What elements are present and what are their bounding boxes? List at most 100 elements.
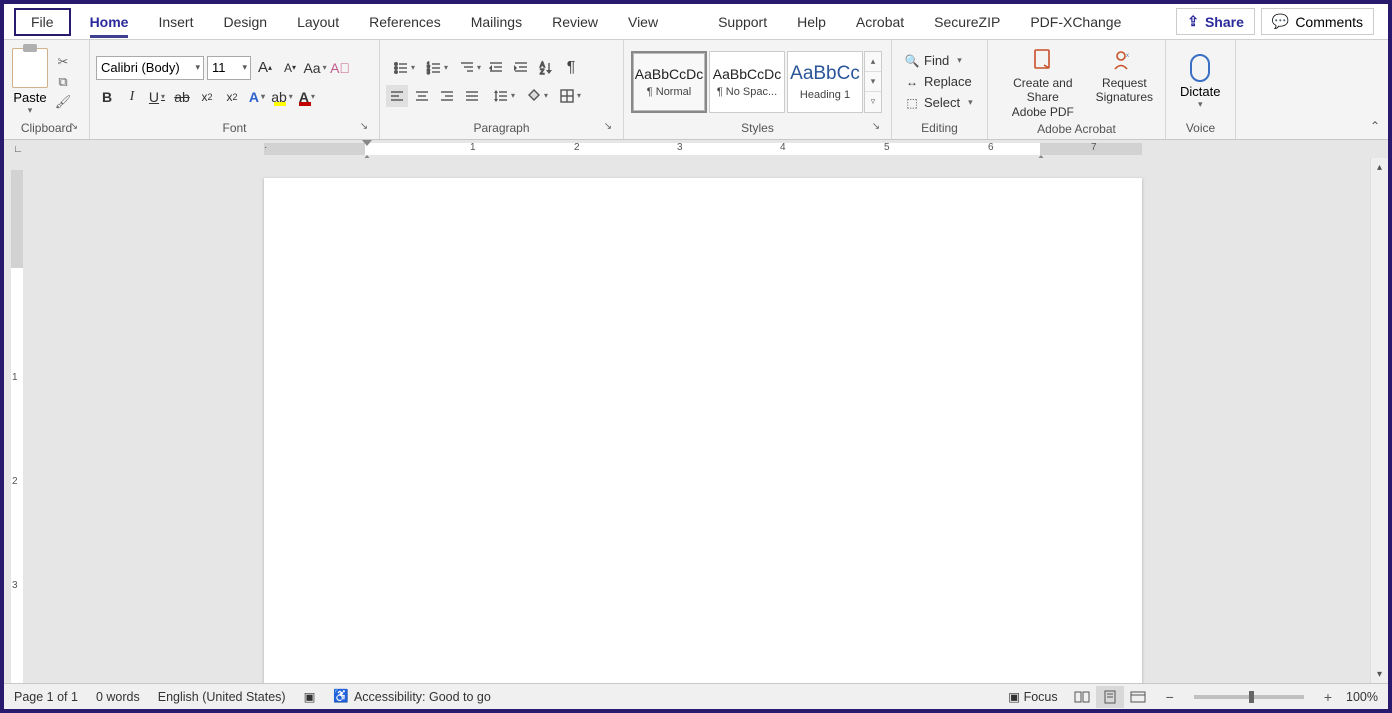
tab-design[interactable]: Design <box>208 4 282 40</box>
superscript-button[interactable]: x2 <box>221 86 243 108</box>
tab-review[interactable]: Review <box>537 4 613 40</box>
tab-support[interactable]: Support <box>703 4 782 40</box>
underline-button[interactable]: U <box>146 86 168 108</box>
print-layout-icon[interactable] <box>1096 686 1124 708</box>
cut-icon[interactable]: ✂ <box>54 53 72 71</box>
tab-home[interactable]: Home <box>75 4 144 40</box>
grow-font-button[interactable]: A▴ <box>254 57 276 79</box>
adobe-req-l1: Request <box>1102 76 1147 90</box>
ruler-num-1: 1 <box>470 142 476 153</box>
align-right-button[interactable] <box>436 85 458 107</box>
align-center-button[interactable] <box>411 85 433 107</box>
vertical-ruler[interactable]: 1 2 3 <box>4 158 32 683</box>
sort-button[interactable]: AZ <box>535 57 557 79</box>
align-left-button[interactable] <box>386 85 408 107</box>
document-page[interactable] <box>264 178 1142 683</box>
focus-mode-button[interactable]: ▣ Focus <box>1008 689 1057 704</box>
zoom-in-button[interactable]: + <box>1320 689 1336 705</box>
accessibility-status[interactable]: ♿ Accessibility: Good to go <box>333 689 490 704</box>
macro-recording-icon[interactable]: ▣ <box>304 689 316 704</box>
subscript-button[interactable]: x2 <box>196 86 218 108</box>
ruler-num-5: 5 <box>884 142 890 153</box>
tab-mailings[interactable]: Mailings <box>456 4 537 40</box>
zoom-slider[interactable] <box>1194 695 1304 699</box>
styles-scroll-up-icon[interactable]: ▴ <box>865 52 881 72</box>
document-canvas[interactable] <box>32 158 1352 683</box>
vertical-scrollbar[interactable]: ▴ ▾ <box>1370 158 1388 683</box>
language-status[interactable]: English (United States) <box>158 690 286 704</box>
numbering-button[interactable]: 123 <box>419 57 449 79</box>
tab-references[interactable]: References <box>354 4 456 40</box>
change-case-button[interactable]: Aa <box>304 57 326 79</box>
ribbon-tabs: File Home Insert Design Layout Reference… <box>4 4 1388 40</box>
shading-button[interactable] <box>519 85 549 107</box>
share-button[interactable]: ⇪ Share <box>1176 8 1255 35</box>
copy-icon[interactable]: ⧉ <box>54 73 72 91</box>
strikethrough-button[interactable]: ab <box>171 86 193 108</box>
font-group-label: Font <box>222 121 246 135</box>
style-heading1[interactable]: AaBbCc Heading 1 <box>787 51 863 113</box>
tab-securezip[interactable]: SecureZIP <box>919 4 1015 40</box>
clear-formatting-button[interactable]: A⃠ <box>329 57 351 79</box>
zoom-level[interactable]: 100% <box>1346 690 1378 704</box>
clipboard-launcher-icon[interactable]: ↘ <box>67 121 81 135</box>
zoom-out-button[interactable]: − <box>1162 689 1178 705</box>
styles-launcher-icon[interactable]: ↘ <box>869 121 883 135</box>
find-button[interactable]: 🔍Find <box>902 52 975 70</box>
ruler-corner-icon[interactable]: ∟ <box>4 140 32 158</box>
replace-button[interactable]: ↔Replace <box>902 73 975 91</box>
tab-file[interactable]: File <box>14 8 71 36</box>
scroll-up-icon[interactable]: ▴ <box>1371 158 1388 176</box>
paste-icon[interactable] <box>12 48 48 88</box>
horizontal-ruler[interactable]: · 1 2 3 4 5 6 7 <box>32 140 1370 158</box>
styles-expand-icon[interactable]: ▿ <box>865 92 881 111</box>
pdf-share-icon <box>1029 46 1057 74</box>
justify-button[interactable] <box>461 85 483 107</box>
dictate-button[interactable]: Dictate ▾ <box>1172 52 1228 112</box>
format-painter-icon[interactable]: 🖌 <box>54 93 72 111</box>
focus-label: Focus <box>1024 690 1058 704</box>
zoom-slider-thumb[interactable] <box>1249 691 1254 703</box>
styles-scroll-down-icon[interactable]: ▾ <box>865 72 881 92</box>
comments-button[interactable]: 💬 Comments <box>1261 8 1374 35</box>
tab-view[interactable]: View <box>613 4 673 40</box>
tab-pdfxchange[interactable]: PDF-XChange <box>1015 4 1136 40</box>
bullets-button[interactable] <box>386 57 416 79</box>
scroll-down-icon[interactable]: ▾ <box>1371 665 1388 683</box>
borders-button[interactable] <box>552 85 582 107</box>
text-effects-button[interactable]: A <box>246 86 268 108</box>
replace-label: Replace <box>924 74 972 89</box>
adobe-req-l2: Signatures <box>1096 90 1153 104</box>
font-size-select[interactable]: 11 <box>207 56 251 80</box>
paste-button[interactable]: Paste <box>13 90 46 105</box>
bold-button[interactable]: B <box>96 86 118 108</box>
read-mode-icon[interactable] <box>1068 686 1096 708</box>
tab-insert[interactable]: Insert <box>143 4 208 40</box>
request-signatures-button[interactable]: x Request Signatures <box>1096 46 1153 119</box>
decrease-indent-button[interactable] <box>485 57 507 79</box>
create-share-pdf-button[interactable]: Create and Share Adobe PDF <box>1000 46 1086 119</box>
paragraph-launcher-icon[interactable]: ↘ <box>601 121 615 135</box>
increase-indent-button[interactable] <box>510 57 532 79</box>
tab-acrobat[interactable]: Acrobat <box>841 4 919 40</box>
multilevel-list-button[interactable] <box>452 57 482 79</box>
highlight-color-button[interactable]: ab <box>271 86 293 108</box>
page-count[interactable]: Page 1 of 1 <box>14 690 78 704</box>
font-color-button[interactable]: A <box>296 86 318 108</box>
style-nospacing[interactable]: AaBbCcDc ¶ No Spac... <box>709 51 785 113</box>
show-paragraph-marks-button[interactable]: ¶ <box>560 57 582 79</box>
focus-icon: ▣ <box>1008 690 1020 704</box>
select-button[interactable]: ⬚Select <box>902 94 975 112</box>
font-name-select[interactable]: Calibri (Body) <box>96 56 204 80</box>
line-spacing-button[interactable] <box>486 85 516 107</box>
web-layout-icon[interactable] <box>1124 686 1152 708</box>
first-line-indent-icon[interactable] <box>362 140 372 146</box>
tab-layout[interactable]: Layout <box>282 4 354 40</box>
font-launcher-icon[interactable]: ↘ <box>357 121 371 135</box>
style-normal[interactable]: AaBbCcDc ¶ Normal <box>631 51 707 113</box>
word-count[interactable]: 0 words <box>96 690 140 704</box>
italic-button[interactable]: I <box>121 86 143 108</box>
shrink-font-button[interactable]: A▾ <box>279 57 301 79</box>
tab-help[interactable]: Help <box>782 4 841 40</box>
collapse-ribbon-icon[interactable]: ⌃ <box>1370 119 1380 133</box>
